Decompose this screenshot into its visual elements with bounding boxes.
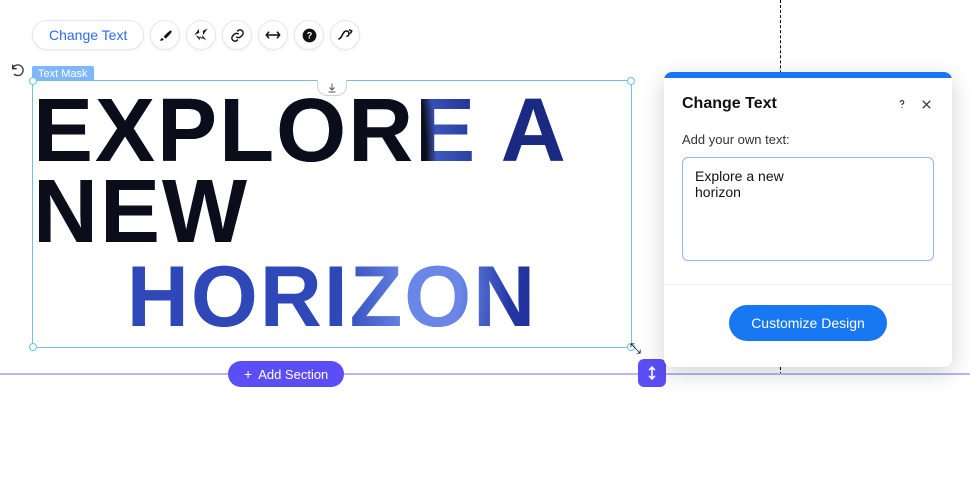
undo-icon[interactable] (8, 60, 28, 80)
customize-design-button[interactable]: Customize Design (729, 305, 887, 341)
close-icon[interactable] (914, 92, 938, 116)
panel-footer: Customize Design (664, 284, 952, 367)
selected-element-frame[interactable]: EXPLORE A NEW HORIZON ⤡ (32, 80, 632, 348)
brush-icon[interactable] (150, 20, 180, 50)
mask-line-2: HORIZON (127, 259, 538, 336)
help-icon[interactable]: ? (294, 20, 324, 50)
resize-handle-br[interactable] (627, 343, 635, 351)
svg-text:?: ? (307, 30, 313, 40)
panel-title: Change Text (682, 95, 890, 113)
plus-icon: + (244, 367, 252, 381)
mask-line-1: EXPLORE A NEW (33, 91, 631, 253)
add-section-label: Add Section (258, 367, 328, 382)
text-field-label: Add your own text: (682, 132, 934, 147)
resize-handle-tl[interactable] (29, 77, 37, 85)
element-type-label: Text Mask (32, 66, 94, 81)
floating-toolbar: Change Text ? (32, 20, 360, 50)
resize-handle-tr[interactable] (627, 77, 635, 85)
add-section-button[interactable]: + Add Section (228, 361, 344, 387)
text-input[interactable] (682, 157, 934, 261)
path-icon[interactable] (330, 20, 360, 50)
stretch-icon[interactable] (258, 20, 288, 50)
text-mask-content: EXPLORE A NEW HORIZON (33, 81, 631, 347)
change-text-button[interactable]: Change Text (32, 20, 144, 50)
panel-help-icon[interactable] (890, 92, 914, 116)
panel-body: Add your own text: (664, 128, 952, 284)
section-divider (0, 373, 970, 375)
change-text-panel: Change Text Add your own text: Customize… (664, 72, 952, 367)
resize-handle-bl[interactable] (29, 343, 37, 351)
section-resize-handle[interactable] (638, 359, 666, 387)
animation-icon[interactable] (186, 20, 216, 50)
link-icon[interactable] (222, 20, 252, 50)
panel-header: Change Text (664, 78, 952, 128)
